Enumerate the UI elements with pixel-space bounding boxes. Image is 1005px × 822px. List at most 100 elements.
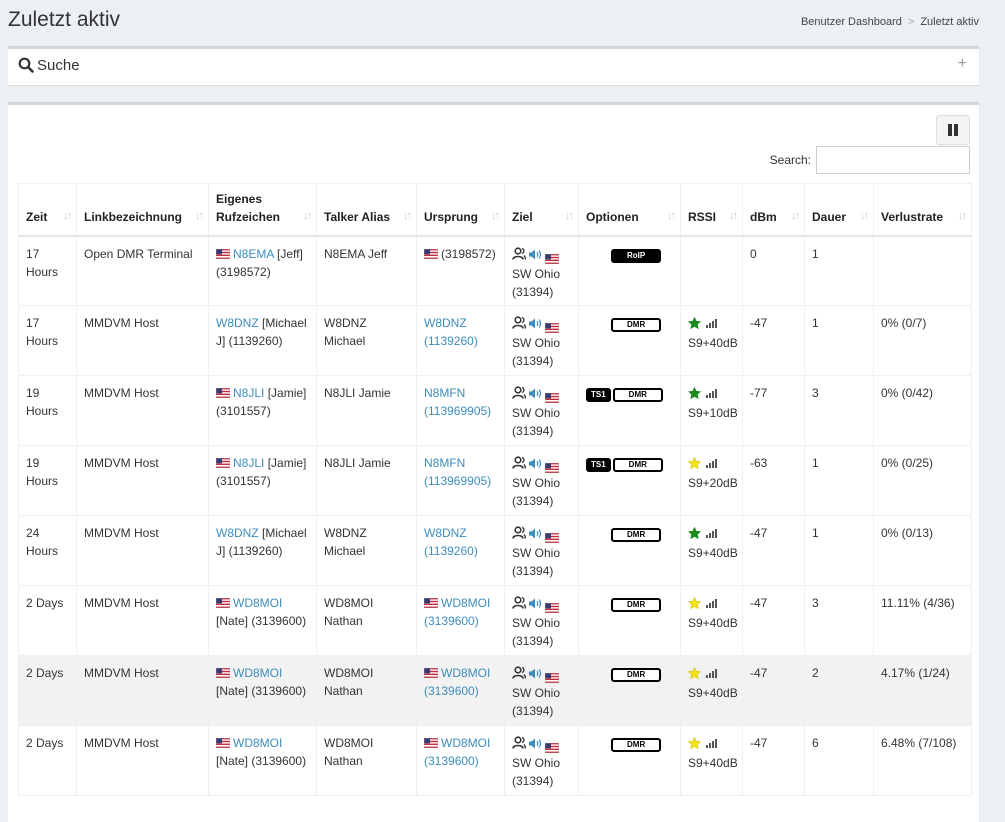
sort-icon[interactable]: ↓↑ — [667, 207, 676, 225]
cell-ziel: SW Ohio (31394) — [504, 375, 579, 446]
dbm-value: -47 — [750, 666, 768, 680]
cell-verlustrate: 0% (0/42) — [873, 375, 972, 446]
callsign-link[interactable]: N8JLI — [233, 456, 264, 470]
sort-icon[interactable]: ↓↑ — [491, 207, 500, 225]
column-header-rssi[interactable]: RSSI ↓↑ — [680, 183, 743, 236]
sort-icon[interactable]: ↓↑ — [195, 207, 204, 225]
column-toggle-button[interactable] — [936, 115, 970, 145]
origin-link[interactable]: W8DNZ (1139260) — [424, 316, 478, 348]
talker-alias: W8DNZ Michael — [324, 316, 367, 348]
page-title: Zuletzt aktiv — [8, 8, 121, 31]
zeit-value: 19 Hours — [26, 456, 59, 488]
callsign-link[interactable]: WD8MOI — [233, 666, 282, 680]
dbm-value: -77 — [750, 386, 768, 400]
rssi-value: S9+40dB — [688, 686, 738, 700]
dbm-value: -47 — [750, 736, 768, 750]
target-name: SW Ohio (31394) — [512, 686, 561, 718]
dbm-value: 0 — [750, 246, 757, 261]
plus-icon[interactable]: + — [958, 55, 967, 73]
cell-verlustrate: 0% (0/25) — [873, 445, 972, 516]
dbm-value: -63 — [750, 456, 768, 470]
column-header-linkbezeichnung[interactable]: Linkbezeichnung ↓↑ — [76, 183, 209, 236]
signal-bars-icon — [706, 665, 718, 683]
table-row: 2 Days MMDVM Host WD8MOI [Nate] (3139600) W… — [18, 725, 972, 796]
column-header-zeit[interactable]: Zeit ↓↑ — [18, 183, 77, 236]
column-header-dauer[interactable]: Dauer ↓↑ — [804, 183, 874, 236]
callsign-link[interactable]: N8EMA — [233, 247, 274, 261]
talker-alias: N8EMA Jeff — [324, 246, 388, 261]
cell-rufzeichen: N8EMA [Jeff] (3198572) — [208, 235, 317, 306]
table-search-input[interactable] — [816, 146, 970, 174]
cell-rufzeichen: W8DNZ [Michael J] (1139260) — [208, 515, 317, 586]
user-group-icon — [512, 456, 527, 474]
star-icon — [687, 316, 702, 332]
cell-talker-alias: N8JLI Jamie — [316, 445, 417, 516]
column-header-verlustrate[interactable]: Verlustrate ↓↑ — [873, 183, 972, 236]
search-panel-header[interactable]: Suche — [18, 57, 80, 74]
callsign-link[interactable]: W8DNZ — [216, 316, 259, 330]
column-header-dbm[interactable]: dBm ↓↑ — [742, 183, 805, 236]
cell-optionen: DMR — [578, 305, 681, 376]
cell-ursprung: WD8MOI (3139600) — [416, 725, 505, 796]
sort-icon[interactable]: ↓↑ — [63, 207, 72, 225]
cell-ziel: SW Ohio (31394) — [504, 725, 579, 796]
column-header-eigenes-rufzeichen[interactable]: Eigenes Rufzeichen ↓↑ — [208, 183, 317, 236]
rssi-value: S9+40dB — [688, 546, 738, 560]
sort-icon[interactable]: ↓↑ — [565, 207, 574, 225]
callsign-link[interactable]: WD8MOI — [233, 736, 282, 750]
origin-link[interactable]: W8DNZ (1139260) — [424, 526, 478, 558]
cell-zeit: 24 Hours — [18, 515, 77, 586]
dauer-value: 2 — [812, 666, 819, 680]
table-body: 17 Hours Open DMR Terminal N8EMA [Jeff] (3… — [18, 235, 972, 796]
cell-ursprung: W8DNZ (1139260) — [416, 515, 505, 586]
sort-icon[interactable]: ↓↑ — [958, 207, 967, 225]
dauer-value: 1 — [812, 246, 819, 261]
speaker-icon — [529, 736, 542, 754]
dbm-value: -47 — [750, 316, 768, 330]
column-header-label: Ziel — [512, 209, 533, 224]
column-header-ziel[interactable]: Ziel ↓↑ — [504, 183, 579, 236]
signal-bars-icon — [706, 315, 718, 333]
target-name: SW Ohio (31394) — [512, 756, 561, 788]
cell-dauer: 3 — [804, 585, 874, 656]
callsign-link[interactable]: W8DNZ — [216, 526, 259, 540]
origin-link[interactable]: N8MFN (113969905) — [424, 386, 491, 418]
column-header-label: Linkbezeichnung — [84, 209, 183, 224]
cell-rufzeichen: W8DNZ [Michael J] (1139260) — [208, 305, 317, 376]
column-header-talker-alias[interactable]: Talker Alias ↓↑ — [316, 183, 417, 236]
column-header-label: Dauer — [812, 209, 847, 224]
breadcrumb-home[interactable]: Benutzer Dashboard — [801, 16, 902, 28]
target-icons — [512, 736, 562, 754]
us-flag-icon — [215, 246, 231, 259]
cell-ziel: SW Ohio (31394) — [504, 585, 579, 656]
column-header-ursprung[interactable]: Ursprung ↓↑ — [416, 183, 505, 236]
column-header-optionen[interactable]: Optionen ↓↑ — [578, 183, 681, 236]
target-icons — [512, 386, 562, 404]
signal-bars-icon — [706, 735, 718, 753]
callsign-link[interactable]: WD8MOI — [233, 596, 282, 610]
sort-icon[interactable]: ↓↑ — [860, 207, 869, 225]
sort-icon[interactable]: ↓↑ — [403, 207, 412, 225]
sort-icon[interactable]: ↓↑ — [303, 207, 312, 225]
table-row: 2 Days MMDVM Host WD8MOI [Nate] (3139600) W… — [18, 585, 972, 656]
speaker-icon — [529, 316, 542, 334]
link-name: Open DMR Terminal — [84, 246, 193, 261]
cell-ziel: SW Ohio (31394) — [504, 305, 579, 376]
cell-ursprung: N8MFN (113969905) — [416, 375, 505, 446]
dmr-badge: DMR — [611, 598, 662, 612]
sort-icon[interactable]: ↓↑ — [791, 207, 800, 225]
callsign-link[interactable]: N8JLI — [233, 386, 264, 400]
sort-icon[interactable]: ↓↑ — [729, 207, 738, 225]
verlust-value: 6.48% (7/108) — [881, 736, 957, 750]
cell-link: MMDVM Host — [76, 305, 209, 376]
link-name: MMDVM Host — [84, 456, 159, 470]
cell-rssi: S9+40dB — [680, 725, 743, 796]
verlust-value: 0% (0/42) — [881, 386, 934, 400]
us-flag-icon — [544, 670, 560, 684]
origin-link[interactable]: N8MFN (113969905) — [424, 456, 491, 488]
table-row: 19 Hours MMDVM Host N8JLI [Jamie] (3101557… — [18, 445, 972, 516]
table-row: 17 Hours Open DMR Terminal N8EMA [Jeff] (3… — [18, 235, 972, 306]
cell-zeit: 2 Days — [18, 655, 77, 726]
talker-alias: W8DNZ Michael — [324, 526, 367, 558]
dbm-value: -47 — [750, 526, 768, 540]
